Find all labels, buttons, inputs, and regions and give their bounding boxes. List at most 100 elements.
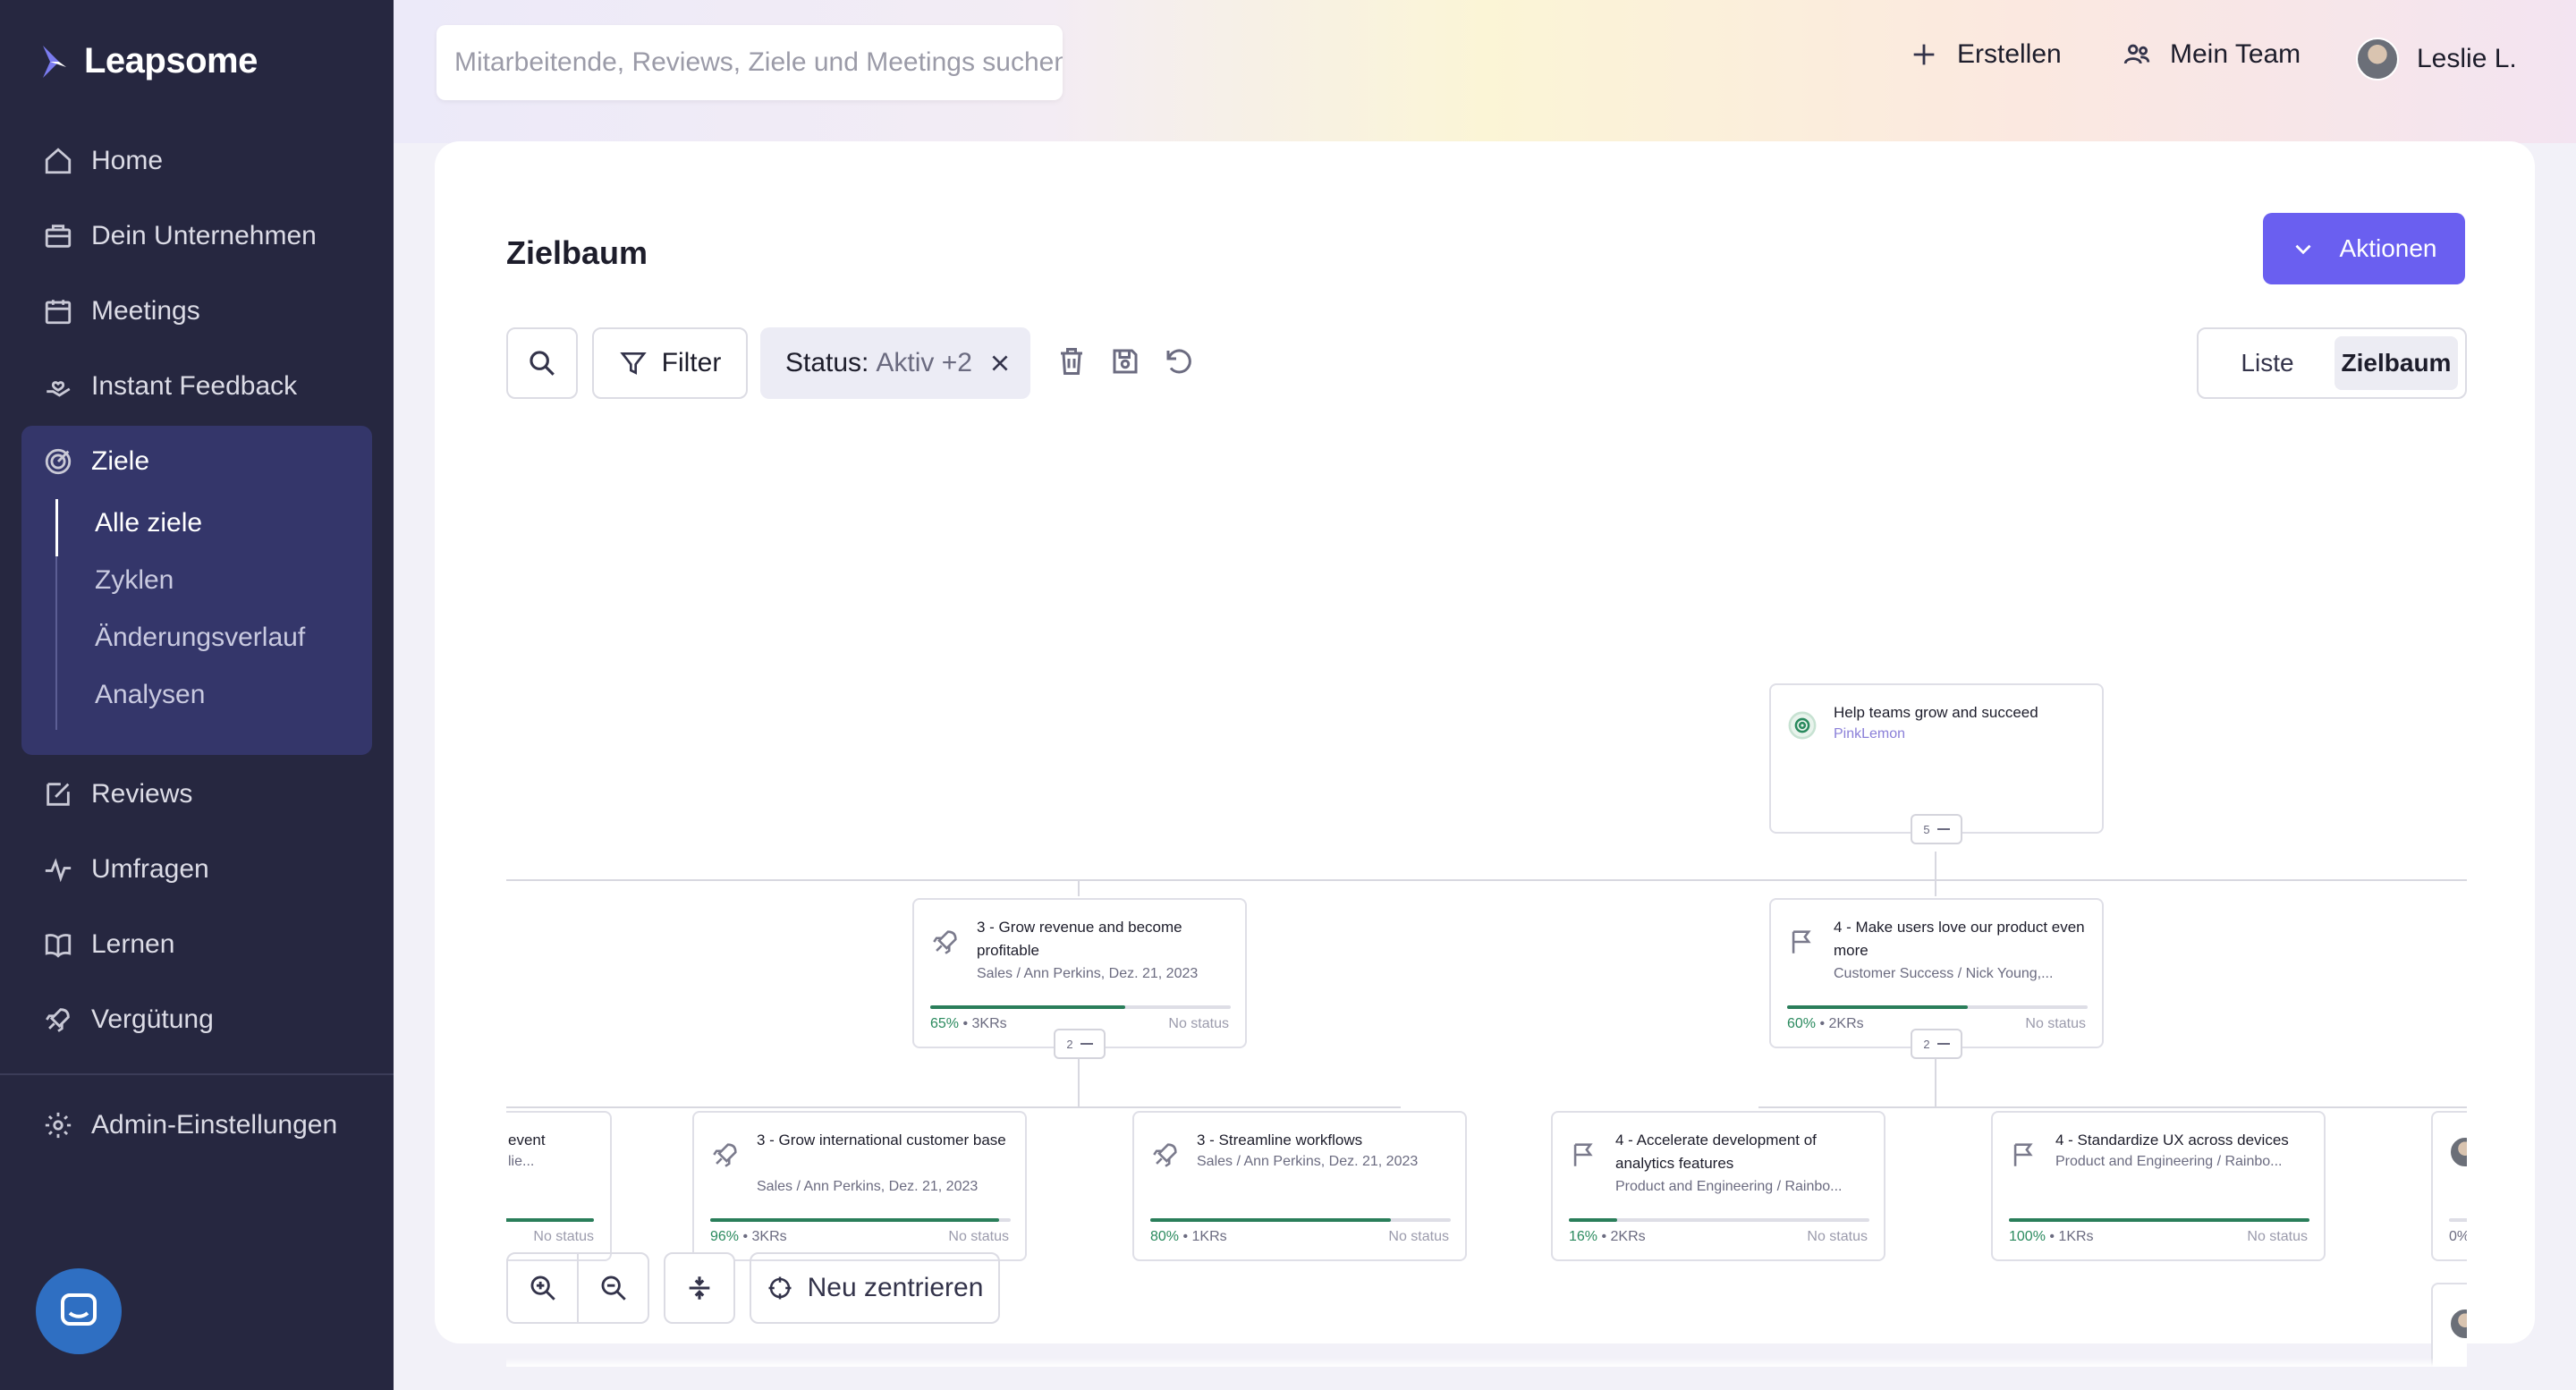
filter-label: Filter — [661, 348, 722, 377]
goal-node[interactable]: 4 - Standardize UX across devices Produc… — [1991, 1111, 2326, 1261]
sidebar-item-label: Dein Unternehmen — [91, 221, 317, 250]
goal-node[interactable]: 4 - Make users love our product even mor… — [1769, 898, 2104, 1048]
user-menu[interactable]: Leslie L. — [2356, 38, 2517, 81]
zoom-in-button[interactable] — [508, 1254, 577, 1322]
global-search-input[interactable]: Mitarbeitende, Reviews, Ziele und Meetin… — [436, 25, 1063, 100]
plus-icon — [1913, 44, 1935, 65]
sidebar-item-admin-einstellungen[interactable]: Admin-Einstellungen — [43, 1104, 337, 1147]
goal-tree[interactable]: Help teams grow and succeed PinkLemon 5 … — [506, 481, 2467, 1367]
goal-progress-text: 100% • 1KRs — [2009, 1229, 2094, 1245]
collapse-vertical-icon — [689, 1276, 710, 1300]
zoom-out-button[interactable] — [577, 1254, 648, 1322]
sidebar-item-ziele[interactable]: Ziele — [43, 440, 149, 483]
zoom-out-icon — [601, 1276, 626, 1301]
goal-node[interactable]: 3 - Grow international customer base Sal… — [692, 1111, 1027, 1261]
zoom-in-icon — [530, 1276, 555, 1301]
status-filter-chip[interactable]: Status: Aktiv +2 — [760, 327, 1030, 399]
goal-owner: Sales / Ann Perkins, Dez. 21, 2023 — [977, 966, 1199, 981]
sidebar-item-meetings[interactable]: Meetings — [43, 290, 200, 333]
view-option-liste[interactable]: Liste — [2206, 336, 2329, 390]
children-count: 5 — [1923, 822, 1930, 836]
sidebar-item-dein-unternehmen[interactable]: Dein Unternehmen — [43, 215, 317, 258]
goal-title: 4 - Make users love our product even mor… — [1834, 919, 2085, 959]
goal-node[interactable]: event lie... No status — [506, 1111, 612, 1261]
my-team-button[interactable]: Mein Team — [2122, 39, 2301, 70]
sidebar-subitem-analysen[interactable]: Analysen — [95, 680, 205, 710]
sidebar-item-label: Vergütung — [91, 1004, 214, 1034]
sidebar-item-label: Instant Feedback — [91, 371, 298, 401]
goal-node[interactable]: 0% — [2431, 1111, 2467, 1261]
goal-owner: Customer Success / Nick Young,... — [1834, 966, 2054, 981]
sidebar-subitem-aenderungsverlauf[interactable]: Änderungsverlauf — [95, 623, 305, 653]
recenter-button[interactable]: Neu zentrieren — [750, 1252, 1000, 1324]
collapse-all-button[interactable] — [664, 1252, 735, 1324]
reset-filter-button[interactable] — [1163, 345, 1195, 377]
leapsome-logo-icon — [43, 45, 66, 78]
goal-kr-count: • 1KRs — [2045, 1229, 2094, 1244]
filter-icon — [619, 352, 647, 375]
collapse-children-button[interactable]: 2 — [1911, 1029, 1962, 1059]
recenter-label: Neu zentrieren — [807, 1273, 984, 1302]
sidebar-item-umfragen[interactable]: Umfragen — [43, 848, 209, 891]
filter-button[interactable]: Filter — [592, 327, 748, 399]
goal-node[interactable] — [2431, 1283, 2467, 1367]
minus-icon — [1936, 828, 1950, 830]
sidebar-item-label: Admin-Einstellungen — [91, 1110, 338, 1140]
goal-progress-bar — [2009, 1218, 2309, 1222]
goal-status: No status — [1388, 1229, 1449, 1244]
leapsome-logo[interactable]: Leapsome — [39, 41, 258, 81]
flag-icon — [1569, 1140, 1599, 1170]
goal-status: No status — [2247, 1229, 2308, 1244]
goal-node[interactable]: 3 - Grow revenue and become profitable S… — [912, 898, 1247, 1048]
sidebar-item-label: Ziele — [91, 446, 150, 476]
goal-kr-count: • 3KRs — [739, 1229, 787, 1244]
pulse-icon — [45, 858, 72, 883]
collapse-children-button[interactable]: 2 — [1054, 1029, 1106, 1059]
goal-title: 3 - Grow international customer base — [757, 1131, 1006, 1148]
close-icon[interactable] — [988, 352, 1012, 375]
calendar-icon — [45, 300, 72, 325]
goal-progress-pct: 60% — [1787, 1016, 1817, 1031]
chat-icon — [61, 1293, 97, 1326]
view-option-zielbaum[interactable]: Zielbaum — [2334, 336, 2458, 390]
goal-owner: Sales / Ann Perkins, Dez. 21, 2023 — [1197, 1154, 1419, 1169]
goal-progress-bar — [710, 1218, 1011, 1222]
goal-progress-fill — [2009, 1218, 2309, 1222]
submenu-active-indicator — [55, 499, 58, 556]
support-chat-button[interactable] — [36, 1268, 122, 1354]
sidebar-item-lernen[interactable]: Lernen — [43, 923, 174, 966]
goal-status: No status — [948, 1229, 1009, 1244]
home-icon — [45, 148, 72, 174]
sidebar-subitem-alle-ziele[interactable]: Alle ziele — [95, 508, 202, 538]
goal-node[interactable]: 4 - Accelerate development of analytics … — [1551, 1111, 1885, 1261]
briefcase-icon — [45, 225, 72, 248]
sidebar-item-home[interactable]: Home — [43, 140, 163, 182]
my-team-label: Mein Team — [2170, 39, 2301, 69]
delete-filter-button[interactable] — [1055, 345, 1088, 377]
sidebar-item-reviews[interactable]: Reviews — [43, 773, 192, 816]
goal-progress-text: 80% • 1KRs — [1150, 1229, 1227, 1245]
goal-kr-count: • 2KRs — [1597, 1229, 1646, 1244]
create-button[interactable]: Erstellen — [1909, 39, 2062, 70]
collapse-children-button[interactable]: 5 — [1911, 814, 1962, 844]
goal-progress-text: 60% • 2KRs — [1787, 1016, 1864, 1032]
actions-label: Aktionen — [2339, 234, 2437, 262]
goal-status: No status — [1807, 1229, 1868, 1244]
sidebar-item-label: Meetings — [91, 296, 200, 326]
minus-icon — [1936, 1043, 1950, 1045]
goal-progress-fill — [930, 1005, 1126, 1009]
goal-progress-pct: 96% — [710, 1229, 740, 1244]
goal-node[interactable]: 3 - Streamline workflows Sales / Ann Per… — [1132, 1111, 1467, 1261]
save-filter-button[interactable] — [1109, 345, 1141, 377]
goal-node-root[interactable]: Help teams grow and succeed PinkLemon — [1769, 683, 2104, 834]
sidebar-item-verguetung[interactable]: Vergütung — [43, 998, 214, 1041]
goal-owner: PinkLemon — [1834, 726, 1906, 742]
sidebar-subitem-zyklen[interactable]: Zyklen — [95, 565, 174, 596]
company-goal-icon — [1787, 710, 1818, 741]
goal-kr-count: • 1KRs — [1179, 1229, 1227, 1244]
search-button[interactable] — [506, 327, 578, 399]
goal-title: 4 - Standardize UX across devices — [2055, 1131, 2289, 1148]
sidebar-item-instant-feedback[interactable]: Instant Feedback — [43, 365, 297, 408]
goal-title: event — [508, 1131, 546, 1148]
actions-button[interactable]: Aktionen — [2263, 213, 2465, 284]
